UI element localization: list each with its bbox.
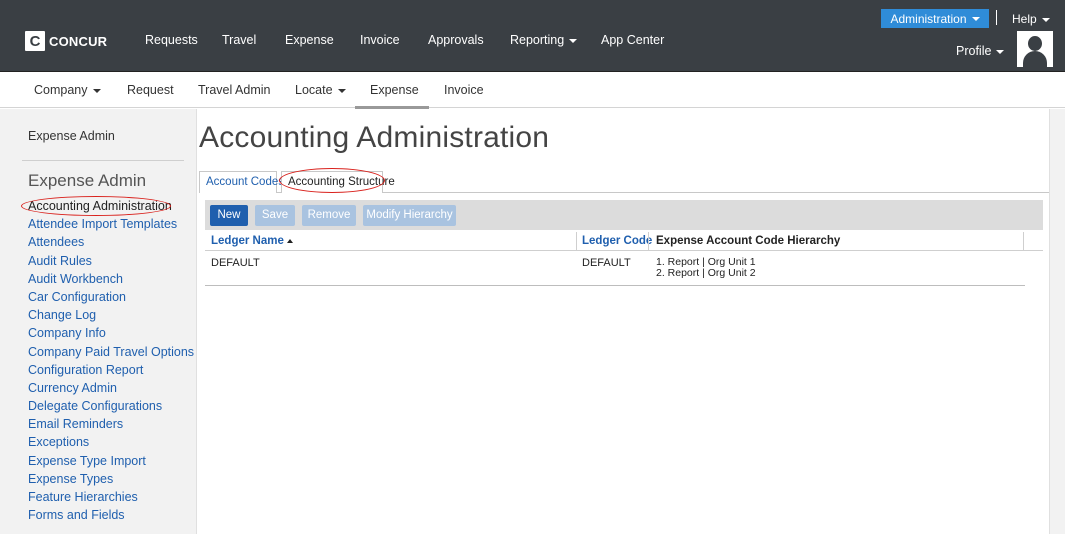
sidebar-item-delegate-configurations[interactable]: Delegate Configurations [28, 397, 194, 415]
subnav-invoice[interactable]: Invoice [444, 83, 484, 97]
cell-ledger-name: DEFAULT [211, 257, 260, 269]
user-avatar-icon[interactable] [1017, 31, 1053, 67]
sidebar-item-feature-hierarchies[interactable]: Feature Hierarchies [28, 488, 194, 506]
top-navigation-bar: C CONCUR Requests Travel Expense Invoice… [0, 0, 1065, 72]
sidebar-heading: Expense Admin [28, 171, 147, 190]
sidebar-item-expense-type-import[interactable]: Expense Type Import [28, 452, 194, 470]
sidebar-item-configuration-report[interactable]: Configuration Report [28, 361, 194, 379]
sidebar-item-exceptions[interactable]: Exceptions [28, 433, 194, 451]
sidebar-item-car-configuration[interactable]: Car Configuration [28, 288, 194, 306]
subnav-locate-label: Locate [295, 83, 333, 97]
subnav-company-label: Company [34, 83, 88, 97]
column-header-ledger-name[interactable]: Ledger Name [211, 232, 293, 251]
page-title: Accounting Administration [199, 121, 550, 154]
profile-menu[interactable]: Profile [956, 44, 1005, 58]
sidebar-item-attendees[interactable]: Attendees [28, 233, 194, 251]
column-divider [648, 232, 649, 251]
sidebar-divider [22, 160, 184, 161]
avatar-body [1023, 51, 1047, 67]
remove-button[interactable]: Remove [302, 205, 356, 226]
sidebar-menu: Accounting Administration Attendee Impor… [28, 197, 194, 524]
hierarchy-line: 2. Report | Org Unit 2 [656, 267, 756, 279]
sidebar-item-change-log[interactable]: Change Log [28, 306, 194, 324]
subnav-request[interactable]: Request [127, 83, 174, 97]
cell-hierarchy: 1. Report | Org Unit 1 2. Report | Org U… [656, 257, 756, 279]
tab-accounting-structure[interactable]: Accounting Structure [281, 171, 395, 193]
sidebar-item-audit-rules[interactable]: Audit Rules [28, 252, 194, 270]
chevron-down-icon [569, 38, 578, 43]
concur-logo[interactable]: C CONCUR [25, 31, 107, 51]
chevron-down-icon [996, 49, 1005, 54]
column-divider [1023, 232, 1024, 251]
chevron-down-icon [971, 16, 980, 21]
subnav-locate[interactable]: Locate [295, 83, 346, 97]
tab-account-codes[interactable]: Account Codes [199, 171, 284, 193]
subnav-company[interactable]: Company [34, 83, 101, 97]
chevron-down-icon [1041, 17, 1050, 22]
grid-toolbar: New Save Remove Modify Hierarchy [205, 200, 1043, 230]
sidebar-item-accounting-administration[interactable]: Accounting Administration [28, 197, 194, 215]
nav-requests[interactable]: Requests [145, 33, 198, 47]
avatar-head [1028, 36, 1042, 51]
nav-travel[interactable]: Travel [222, 33, 256, 47]
chevron-down-icon [337, 88, 346, 93]
administration-label: Administration [890, 11, 967, 26]
subnav-expense[interactable]: Expense [370, 83, 419, 97]
sidebar-item-forms-and-fields[interactable]: Forms and Fields [28, 506, 194, 524]
modify-hierarchy-button[interactable]: Modify Hierarchy [363, 205, 456, 226]
admin-sub-navigation: Company Request Travel Admin Locate Expe… [0, 72, 1065, 108]
sidebar-item-attendee-import-templates[interactable]: Attendee Import Templates [28, 215, 194, 233]
sidebar-item-currency-admin[interactable]: Currency Admin [28, 379, 194, 397]
help-label: Help [1012, 12, 1037, 26]
concur-logo-word: CONCUR [49, 33, 108, 49]
help-menu[interactable]: Help [1012, 12, 1050, 26]
chevron-down-icon [92, 88, 101, 93]
sidebar-expense-admin-link[interactable]: Expense Admin [28, 129, 115, 143]
nav-approvals[interactable]: Approvals [428, 33, 484, 47]
nav-invoice[interactable]: Invoice [360, 33, 400, 47]
nav-reporting[interactable]: Reporting [510, 33, 578, 47]
administration-menu-button[interactable]: Administration [881, 9, 989, 28]
nav-expense[interactable]: Expense [285, 33, 334, 47]
sidebar-item-company-info[interactable]: Company Info [28, 324, 194, 342]
new-button[interactable]: New [210, 205, 248, 226]
sidebar-item-email-reminders[interactable]: Email Reminders [28, 415, 194, 433]
cell-ledger-code: DEFAULT [582, 257, 631, 269]
nav-reporting-label: Reporting [510, 33, 565, 47]
sort-ascending-icon [286, 238, 293, 243]
sidebar-item-company-paid-travel-options[interactable]: Company Paid Travel Options [28, 343, 194, 361]
column-header-ledger-code[interactable]: Ledger Code [582, 232, 652, 251]
nav-app-center[interactable]: App Center [601, 33, 664, 47]
column-divider [576, 232, 577, 251]
sidebar-item-expense-types[interactable]: Expense Types [28, 470, 194, 488]
table-row[interactable]: DEFAULT DEFAULT 1. Report | Org Unit 1 2… [205, 252, 1025, 286]
column-header-hierarchy: Expense Account Code Hierarchy [656, 235, 841, 247]
sidebar-item-audit-workbench[interactable]: Audit Workbench [28, 270, 194, 288]
subnav-travel-admin[interactable]: Travel Admin [198, 83, 270, 97]
save-button[interactable]: Save [255, 205, 295, 226]
menu-divider [996, 10, 997, 25]
ledger-name-header-label: Ledger Name [211, 235, 284, 247]
table-header: Ledger Name Ledger Code Expense Account … [205, 232, 1043, 251]
concur-logo-mark: C [25, 31, 45, 51]
profile-label: Profile [956, 44, 992, 58]
